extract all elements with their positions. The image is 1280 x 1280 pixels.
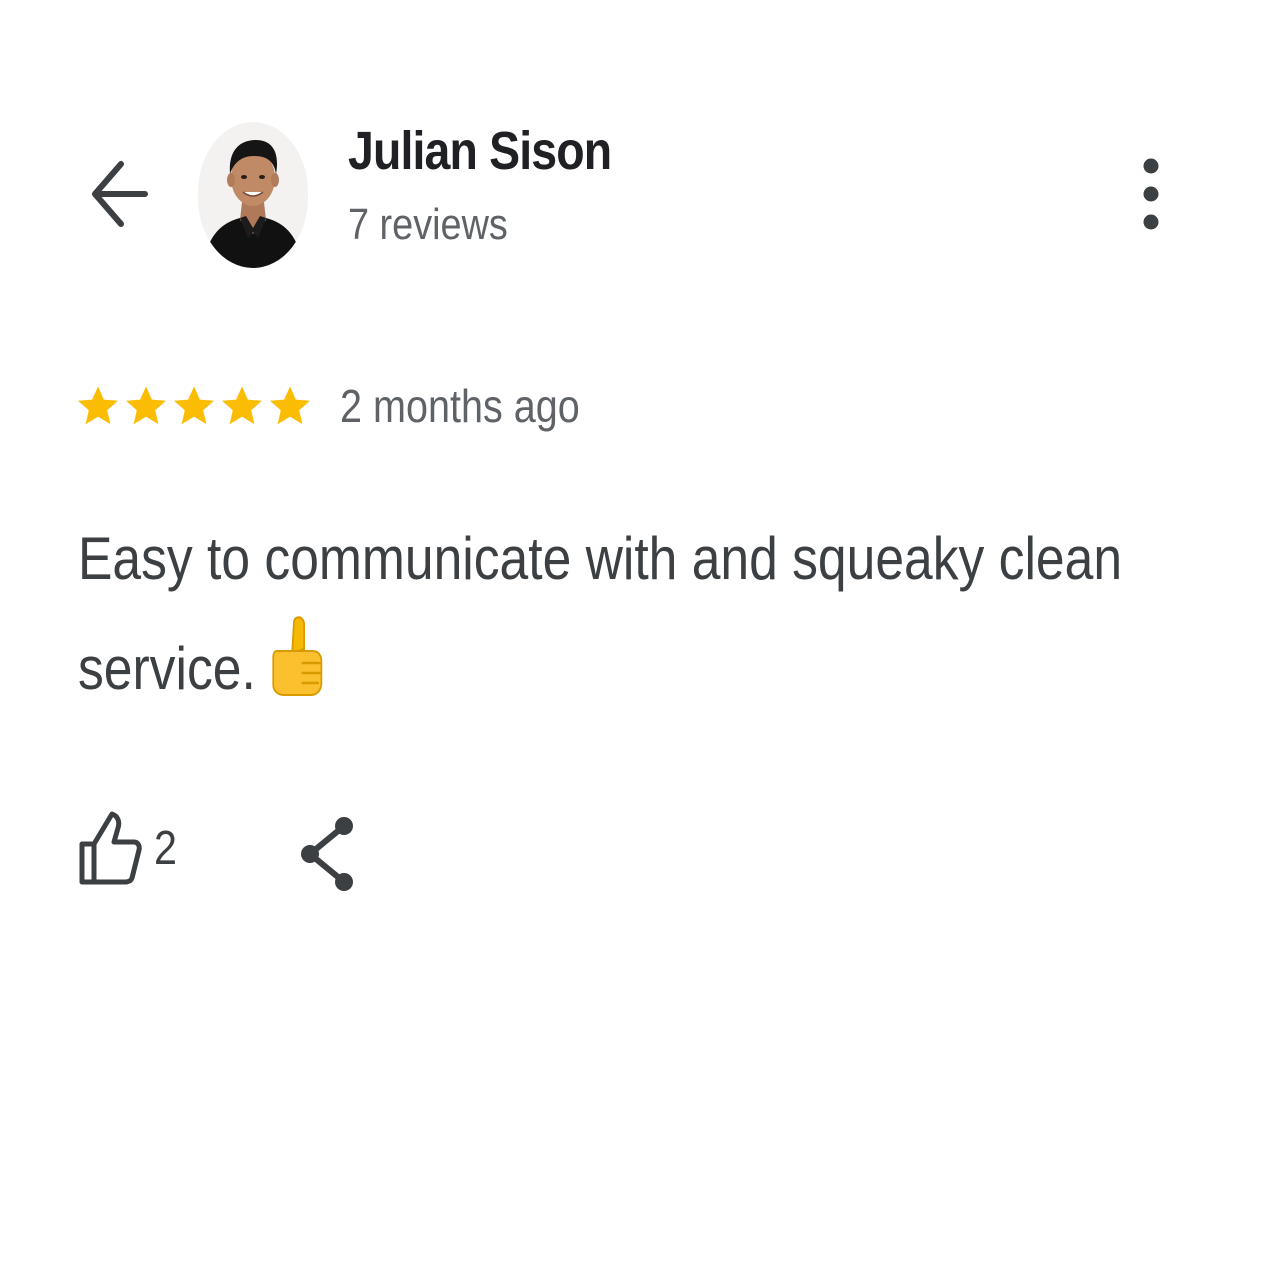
avatar[interactable] (198, 122, 308, 268)
star-rating (74, 382, 314, 430)
share-icon (301, 817, 353, 891)
review-text-line-content: service. (78, 635, 256, 702)
more-vert-icon (1143, 158, 1159, 230)
star-icon (78, 386, 118, 425)
author-name[interactable]: Julian Sison (348, 120, 612, 182)
thumbs-up-emoji-icon (268, 613, 325, 731)
review-text-line: Easy to communicate with and squeaky cle… (78, 525, 1123, 592)
review-screen: Julian Sison 7 reviews 2 months ago Easy… (0, 0, 1280, 1280)
arrow-back-icon (92, 161, 148, 227)
like-count: 2 (154, 821, 177, 875)
like-button[interactable]: 2 (78, 806, 181, 890)
review-count: 7 reviews (348, 200, 508, 249)
review-date: 2 months ago (340, 380, 580, 432)
star-icon (126, 386, 166, 425)
review-text: Easy to communicate with and squeaky cle… (78, 505, 1123, 731)
back-button[interactable] (78, 150, 158, 238)
review-text-line: service. (78, 613, 1110, 731)
star-icon (270, 386, 310, 425)
star-icon (222, 386, 262, 425)
star-icon (174, 386, 214, 425)
avatar-photo (198, 122, 308, 268)
more-options-button[interactable] (1120, 148, 1182, 240)
rating-row: 2 months ago (74, 376, 619, 436)
thumb-up-outline-icon (79, 811, 142, 885)
share-button[interactable] (296, 812, 360, 896)
